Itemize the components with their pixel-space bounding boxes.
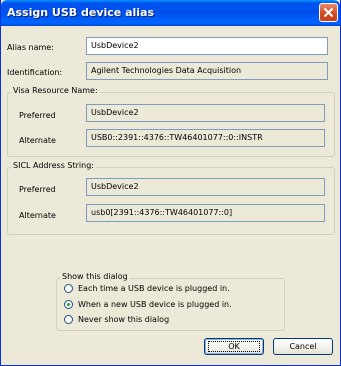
- sicl-address-group-title: SICL Address String:: [11, 161, 96, 170]
- radio-never[interactable]: Never show this dialog: [64, 315, 169, 324]
- visa-resource-group-title: Visa Resource Name:: [11, 86, 100, 95]
- radio-when-new[interactable]: When a new USB device is plugged in.: [64, 300, 232, 309]
- close-button[interactable]: [319, 3, 338, 22]
- title-bar[interactable]: Assign USB device alias: [1, 0, 340, 26]
- radio-each-time[interactable]: Each time a USB device is plugged in.: [64, 284, 230, 293]
- visa-preferred-label: Preferred: [19, 111, 56, 120]
- close-icon: [323, 7, 334, 18]
- identification-field: Agilent Technologies Data Acquisition: [86, 62, 328, 80]
- radio-never-label: Never show this dialog: [78, 315, 170, 324]
- visa-resource-group: [7, 92, 335, 157]
- sicl-preferred-label: Preferred: [19, 185, 56, 194]
- ok-button[interactable]: OK: [204, 338, 264, 355]
- radio-button[interactable]: [64, 315, 73, 324]
- radio-button-selected[interactable]: [64, 300, 73, 309]
- radio-button[interactable]: [64, 284, 73, 293]
- alias-name-label: Alias name:: [7, 43, 54, 52]
- dialog-window: Assign USB device alias Alias name: UsbD…: [0, 0, 341, 366]
- visa-alternate-field: USB0::2391::4376::TW46401077::0::INSTR: [86, 129, 325, 147]
- focus-rectangle: [208, 341, 260, 352]
- show-dialog-group-title: Show this dialog: [60, 272, 130, 281]
- visa-preferred-field: UsbDevice2: [86, 104, 325, 122]
- cancel-button[interactable]: Cancel: [273, 338, 333, 355]
- sicl-alternate-label: Alternate: [19, 211, 56, 220]
- sicl-alternate-field: usb0[2391::4376::TW46401077::0]: [86, 204, 325, 222]
- radio-each-time-label: Each time a USB device is plugged in.: [78, 284, 230, 293]
- radio-when-new-label: When a new USB device is plugged in.: [78, 300, 232, 309]
- cancel-button-label: Cancel: [289, 342, 317, 351]
- alias-name-input[interactable]: UsbDevice2: [86, 37, 328, 55]
- visa-alternate-label: Alternate: [19, 136, 56, 145]
- identification-label: Identification:: [7, 68, 63, 77]
- window-title: Assign USB device alias: [7, 6, 155, 19]
- sicl-preferred-field: UsbDevice2: [86, 178, 325, 196]
